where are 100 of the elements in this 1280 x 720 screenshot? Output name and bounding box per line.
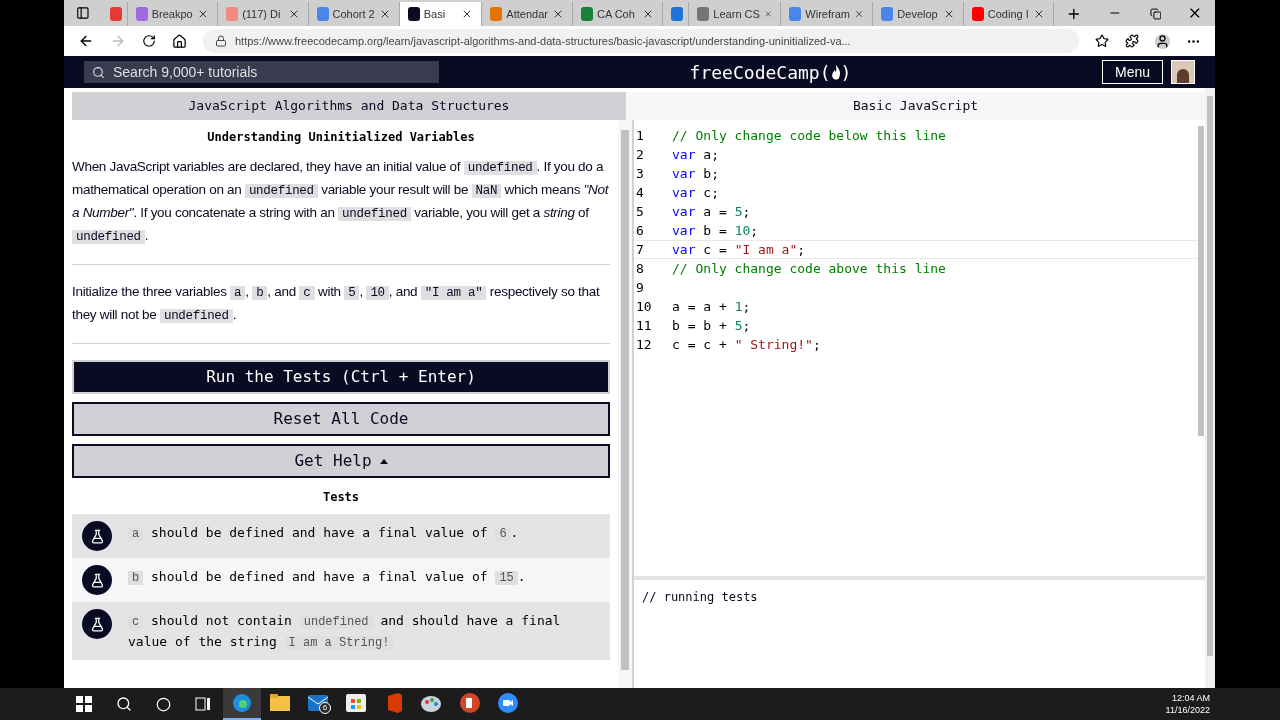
inline-code: "I am a" bbox=[420, 286, 487, 300]
inline-code: a bbox=[128, 527, 144, 541]
code-line: var c = "I am a"; bbox=[672, 240, 806, 259]
office-icon bbox=[386, 693, 402, 713]
search-field[interactable]: Search 9,000+ tutorials bbox=[84, 61, 439, 83]
folder-icon bbox=[270, 694, 290, 712]
code-line: b = b + 5; bbox=[672, 316, 751, 335]
code-line: c = c + " String!"; bbox=[672, 335, 821, 354]
extensions-icon[interactable] bbox=[1125, 34, 1139, 48]
inline-code: undefined bbox=[338, 207, 411, 221]
inline-code: c bbox=[128, 615, 144, 629]
taskbar-app[interactable]: 6 bbox=[299, 688, 337, 720]
tab-title: (117) Di bbox=[242, 6, 282, 22]
restore-icon[interactable] bbox=[1149, 8, 1162, 20]
caret-icon bbox=[379, 458, 388, 464]
browser-icon bbox=[232, 693, 252, 713]
paragraph: When JavaScript variables are declared, they have an initial value of undefined . If you do a mathematical operation on an undefined variable your result will be NaN which means "Not a Number". If you concatenate a string with an undefined variable, you will get a string of undefined . bbox=[72, 158, 610, 246]
profile-icon[interactable] bbox=[1155, 33, 1170, 49]
reload-icon[interactable] bbox=[142, 34, 156, 48]
console-output: // running tests bbox=[642, 590, 758, 604]
breadcrumb-item[interactable]: JavaScript Algorithms and Data Structures bbox=[72, 92, 626, 120]
inline-code: c bbox=[299, 286, 315, 300]
tab-title: Coding I bbox=[987, 6, 1030, 22]
paragraph: Initialize the three variables a , b , and c with 5 , 10 , and "I am a" respectively so that they will not be undefined . bbox=[72, 283, 601, 325]
code-line: // Only change code below this line bbox=[672, 126, 946, 145]
code-line: var a; bbox=[672, 145, 719, 164]
challenge-title: Understanding Uninitialized Variables bbox=[206, 129, 476, 146]
flame-icon bbox=[830, 64, 841, 80]
start-icon[interactable] bbox=[76, 696, 92, 712]
cortana-icon[interactable] bbox=[156, 696, 171, 712]
new-tab-icon[interactable] bbox=[1066, 6, 1082, 22]
inline-code: undefined bbox=[72, 230, 145, 244]
tab-title: Attendar bbox=[506, 6, 548, 22]
code-line: var c; bbox=[672, 183, 719, 202]
code-line: var b = 10; bbox=[672, 221, 759, 240]
clock-time[interactable]: 12:04 AM bbox=[1171, 692, 1210, 704]
line-number: 5 bbox=[635, 202, 645, 221]
palette-icon bbox=[421, 693, 443, 713]
line-number: 1 bbox=[635, 126, 645, 145]
search-icon[interactable] bbox=[116, 696, 132, 712]
line-number: 12 bbox=[635, 335, 653, 354]
inline-code: I am a String! bbox=[284, 636, 394, 650]
inline-code: NaN bbox=[471, 184, 502, 198]
line-number: 9 bbox=[635, 278, 645, 297]
tab-title: CA Coh bbox=[596, 6, 636, 22]
flask-icon bbox=[82, 565, 112, 595]
help-button[interactable]: Get Help bbox=[72, 444, 610, 478]
inline-code: undefined bbox=[299, 615, 373, 629]
line-number: 2 bbox=[635, 145, 645, 164]
inline-code: undefined bbox=[159, 309, 233, 323]
tab-title: Wirefram bbox=[805, 6, 850, 22]
home-icon[interactable] bbox=[172, 33, 187, 49]
mail-icon bbox=[308, 695, 328, 711]
tab-title: Basi bbox=[423, 6, 447, 22]
video-call-icon bbox=[498, 693, 518, 713]
slides-icon bbox=[460, 693, 480, 713]
favorite-icon[interactable] bbox=[1095, 34, 1109, 48]
breadcrumb-item[interactable]: Basic JavaScript bbox=[626, 92, 1205, 120]
flask-icon bbox=[82, 609, 112, 639]
test-text: b should be defined and have a final value of 15 . bbox=[128, 567, 526, 588]
inline-code: 5 bbox=[344, 286, 360, 300]
tab-actions-icon[interactable] bbox=[76, 6, 90, 20]
tests-heading: Tests bbox=[321, 489, 361, 506]
line-number: 11 bbox=[635, 316, 653, 335]
taskbar-app[interactable] bbox=[223, 688, 261, 720]
address-field[interactable]: https://www.freecodecamp.org/learn/javascript-algorithms-and-data-structures/basic-javascript/understanding-uninitialized-va... bbox=[203, 29, 1079, 53]
run-tests-button[interactable]: Run the Tests (Ctrl + Enter) bbox=[72, 360, 610, 394]
search-icon bbox=[92, 65, 105, 79]
browser-tab[interactable]: Basi bbox=[399, 2, 483, 26]
test-text: c should not contain undefined and should have a final value of the string I am a String! bbox=[128, 612, 562, 652]
notification-badge: 6 bbox=[319, 702, 331, 714]
clock-date[interactable]: 11/16/2022 bbox=[1165, 704, 1210, 716]
code-line: a = a + 1; bbox=[672, 297, 751, 316]
inline-code: 15 bbox=[495, 571, 518, 585]
back-icon[interactable] bbox=[78, 33, 94, 49]
inline-code: undefined bbox=[244, 184, 318, 198]
reset-button[interactable]: Reset All Code bbox=[72, 402, 610, 436]
code-line: var b; bbox=[672, 164, 719, 183]
avatar bbox=[1171, 60, 1195, 84]
code-line: var a = 5; bbox=[672, 202, 751, 221]
store-icon bbox=[346, 694, 366, 712]
line-number: 3 bbox=[635, 164, 645, 183]
code-line: // Only change code above this line bbox=[672, 259, 946, 278]
tab-title: Develop bbox=[897, 6, 939, 22]
line-number: 8 bbox=[635, 259, 645, 278]
line-number: 6 bbox=[635, 221, 645, 240]
line-number: 7 bbox=[635, 240, 645, 259]
task-view-icon[interactable] bbox=[195, 697, 211, 711]
inline-code: undefined bbox=[463, 161, 537, 175]
lock-icon bbox=[215, 35, 227, 47]
test-text: a should be defined and have a final value of 6 . bbox=[128, 523, 519, 544]
url-text: https://www.freecodecamp.org/learn/javascript-algorithms-and-data-structures/basic-javascript/understanding-uninitialized-va... bbox=[235, 33, 851, 49]
line-number: 4 bbox=[635, 183, 645, 202]
inline-code: b bbox=[252, 286, 268, 300]
flask-icon bbox=[82, 521, 112, 551]
inline-code: 6 bbox=[495, 527, 511, 541]
line-number: 10 bbox=[635, 297, 653, 316]
menu-button[interactable]: Menu bbox=[1101, 60, 1163, 84]
site-logo[interactable]: freeCodeCamp( ) bbox=[689, 58, 852, 86]
tab-title: Learn CS bbox=[713, 6, 760, 22]
